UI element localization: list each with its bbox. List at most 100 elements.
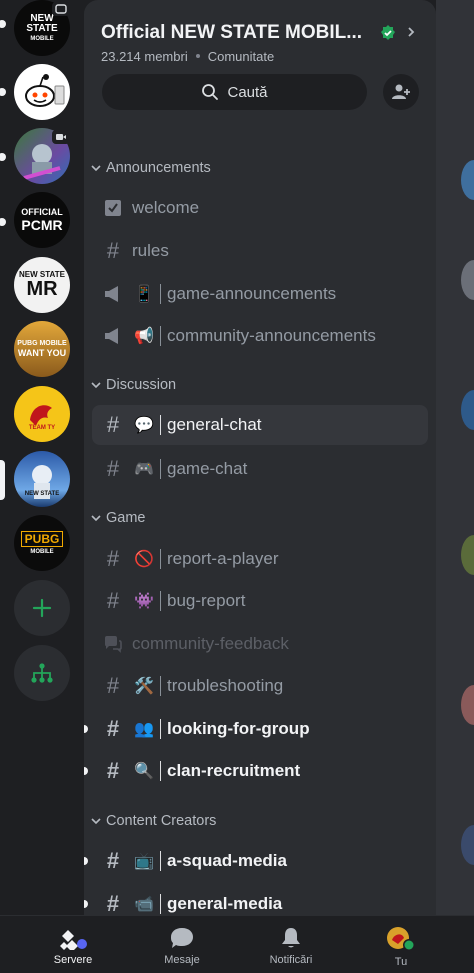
search-icon	[202, 84, 219, 100]
hash-icon: #	[106, 412, 120, 437]
channel-troubleshooting[interactable]: # 🛠️ troubleshooting	[92, 666, 428, 706]
channel-name: community-feedback	[132, 634, 289, 653]
server-icon-subtext: MR	[26, 278, 58, 300]
hash-icon: #	[106, 758, 120, 783]
discover-servers-button[interactable]	[14, 645, 70, 701]
channel-name: welcome	[132, 198, 200, 217]
server-rail: NEW STATE MOBILE OFFICIAL PCMR NEW STATE…	[0, 0, 84, 915]
channel-rules[interactable]: # rules	[92, 231, 428, 271]
avatar	[461, 260, 474, 300]
hash-icon: #	[106, 673, 120, 698]
chevron-down-icon	[91, 818, 101, 825]
server-icon-text: TEAM TY	[28, 425, 56, 431]
channel-emoji: 💬	[134, 417, 154, 434]
add-member-icon	[392, 84, 410, 99]
server-icon-pcmr[interactable]: OFFICIAL PCMR	[14, 192, 70, 248]
rules-icon	[102, 197, 124, 219]
channel-emoji: 🎮	[134, 461, 154, 478]
channel-emoji: 📢	[134, 328, 154, 345]
channel-emoji: 👥	[134, 721, 154, 738]
channel-name: bug-report	[167, 591, 246, 610]
megaphone-icon	[102, 283, 124, 305]
channel-game-announcements[interactable]: 📱 game-announcements	[92, 274, 428, 314]
server-icon-text: NEW STATE	[26, 13, 58, 34]
chat-peek[interactable]	[436, 0, 474, 915]
server-icon-subtext: WANT YOU	[17, 348, 67, 358]
hash-icon: #	[106, 891, 120, 915]
category-announcements[interactable]: Announcements	[90, 158, 211, 178]
category-label: Discussion	[106, 377, 177, 393]
hash-icon: #	[106, 716, 120, 741]
unread-indicator	[84, 725, 88, 733]
search-label: Caută	[227, 83, 268, 101]
video-icon	[52, 130, 70, 144]
tab-label: Notificări	[269, 954, 313, 966]
tab-label: Mesaje	[164, 954, 200, 966]
unread-indicator	[84, 857, 88, 865]
chevron-right-icon[interactable]	[404, 24, 418, 40]
channel-emoji: 📱	[134, 286, 154, 303]
tab-you[interactable]: Tu	[356, 916, 446, 973]
add-server-button[interactable]	[14, 580, 70, 636]
channel-name: community-announcements	[167, 326, 376, 345]
channel-welcome[interactable]: welcome	[92, 188, 428, 228]
tab-notifications[interactable]: Notificări	[246, 916, 336, 973]
server-icon-reddit[interactable]	[14, 64, 70, 120]
server-icon-subtext: MOBILE	[30, 36, 54, 42]
channel-clan-recruitment[interactable]: # 🔍 clan-recruitment	[92, 751, 428, 791]
category-discussion[interactable]: Discussion	[90, 375, 176, 395]
channel-panel: Official NEW STATE MOBIL... 23.214 membr…	[84, 0, 436, 915]
verified-icon	[381, 25, 395, 40]
channel-name: rules	[132, 241, 169, 260]
server-icon-official-newstate[interactable]: NEW STATE	[14, 451, 70, 507]
tab-messages[interactable]: Mesaje	[137, 916, 227, 973]
bottom-nav: Servere Mesaje Notificări Tu	[0, 915, 474, 973]
server-icon-subtext: PCMR	[21, 217, 63, 233]
channel-looking-for-group[interactable]: # 👥 looking-for-group	[92, 709, 428, 749]
channel-emoji: 👾	[134, 593, 154, 610]
channel-emoji: 🚫	[134, 551, 154, 568]
server-icon-text: PUBG MOBILE	[17, 340, 67, 347]
server-icon-subtext: MOBILE	[30, 549, 54, 555]
channel-bug-report[interactable]: # 👾 bug-report	[92, 581, 428, 621]
channel-game-chat[interactable]: # 🎮 game-chat	[92, 449, 428, 489]
server-icon-pubg-mobile[interactable]: PUBG MOBILE	[14, 515, 70, 571]
unread-indicator	[84, 900, 88, 908]
search-button[interactable]: Caută	[102, 74, 367, 110]
megaphone-icon	[102, 325, 124, 347]
channel-emoji: 📹	[134, 896, 154, 913]
tab-label: Tu	[394, 956, 408, 968]
chevron-down-icon	[91, 382, 101, 389]
channel-name: clan-recruitment	[167, 761, 301, 780]
server-name[interactable]: Official NEW STATE MOBIL...	[101, 22, 362, 44]
channel-community-feedback[interactable]: community-feedback	[92, 624, 428, 664]
bell-icon	[282, 928, 300, 948]
server-icon-pubg-want-you[interactable]: PUBG MOBILE WANT YOU	[14, 321, 70, 377]
hash-icon: #	[106, 588, 120, 613]
server-icon-newstate-mr[interactable]: NEW STATE MR	[14, 257, 70, 313]
avatar	[461, 685, 474, 725]
channel-a-squad-media[interactable]: # 📺 a-squad-media	[92, 841, 428, 881]
channel-emoji: 🛠️	[134, 678, 154, 695]
channel-general-chat[interactable]: # 💬 general-chat	[92, 405, 428, 445]
member-count: 23.214 membri	[101, 49, 188, 64]
category-content-creators[interactable]: Content Creators	[90, 811, 216, 831]
channel-name: game-announcements	[167, 284, 337, 303]
hash-icon: #	[106, 848, 120, 873]
invite-button[interactable]	[383, 74, 419, 110]
hash-icon: #	[106, 238, 120, 263]
channel-name: game-chat	[167, 459, 248, 478]
channel-name: a-squad-media	[167, 851, 287, 870]
category-game[interactable]: Game	[90, 508, 146, 528]
tab-servers[interactable]: Servere	[28, 916, 118, 973]
plus-icon	[32, 598, 52, 618]
channel-general-media[interactable]: # 📹 general-media	[92, 884, 428, 915]
server-icon-team-ty[interactable]: TEAM TY	[14, 386, 70, 442]
channel-report-a-player[interactable]: # 🚫 report-a-player	[92, 539, 428, 579]
channel-community-announcements[interactable]: 📢 community-announcements	[92, 316, 428, 356]
channel-name: general-media	[167, 894, 283, 913]
event-icon	[52, 2, 70, 16]
server-icon-text: OFFICIAL	[21, 207, 63, 217]
unread-indicator	[0, 218, 6, 226]
unread-indicator	[0, 153, 6, 161]
